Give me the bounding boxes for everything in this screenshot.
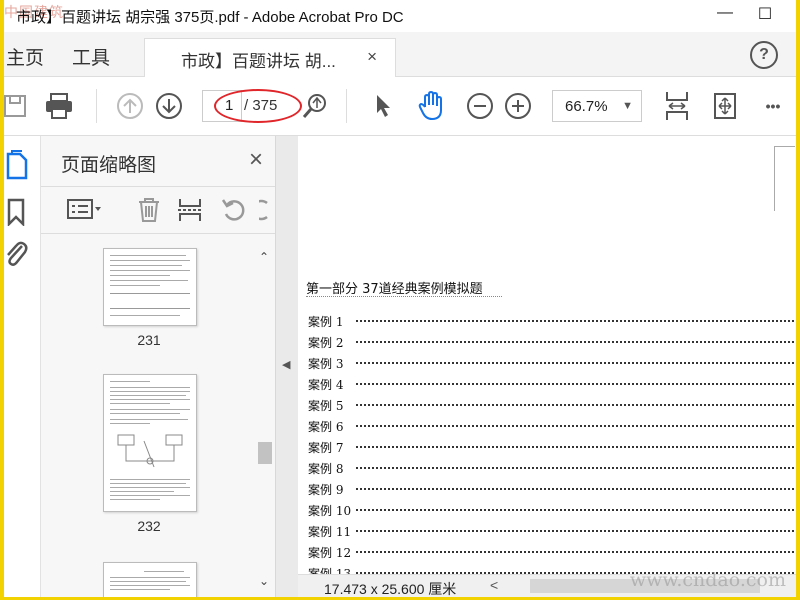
split-page-icon[interactable]: [177, 197, 207, 223]
save-icon[interactable]: [4, 91, 30, 121]
page-thumbnails-icon[interactable]: [6, 150, 28, 185]
toc-entry[interactable]: 案例 1: [308, 313, 796, 333]
document-tab-title: 市政】百题讲坛 胡...: [181, 52, 336, 71]
toc-entry[interactable]: 案例 10: [308, 502, 796, 522]
options-menu-icon[interactable]: [67, 197, 105, 223]
print-icon[interactable]: [44, 91, 74, 121]
fullscreen-icon[interactable]: [710, 91, 740, 121]
panel-toolbar: [41, 186, 275, 234]
thumbnail-diagram: [117, 434, 183, 468]
toc-entry[interactable]: 案例 2: [308, 334, 796, 354]
zoom-value: 66.7%: [565, 98, 608, 115]
zoom-dropdown[interactable]: 66.7% ▼: [552, 90, 642, 122]
tab-document[interactable]: 市政】百题讲坛 胡... ×: [144, 38, 396, 77]
scroll-left-icon[interactable]: <: [490, 577, 498, 593]
next-page-icon[interactable]: [154, 91, 184, 121]
main-toolbar: 1 / 375 66.7% ▼ •••: [4, 77, 796, 136]
thumbnail-label: 232: [137, 518, 161, 534]
zoom-marquee-icon[interactable]: [300, 91, 330, 121]
toc-entry[interactable]: 案例 12: [308, 544, 796, 564]
more-tools-icon[interactable]: •••: [758, 91, 788, 121]
toc-entry[interactable]: 案例 8: [308, 460, 796, 480]
acrobat-window: 中国建筑 市政】百题讲坛 胡宗强 375页.pdf - Adobe Acroba…: [4, 0, 796, 597]
thumbnail-list: 231 232: [41, 234, 253, 597]
toolbar-separator: [96, 89, 97, 123]
toc-entry[interactable]: 案例 4: [308, 376, 796, 396]
thumbnail-scrollbar[interactable]: ⌃ ⌄: [255, 248, 273, 597]
toc-entry[interactable]: 案例 11: [308, 523, 796, 543]
rotate-right-icon[interactable]: [259, 197, 273, 223]
section-heading: 第一部分 37道经典案例模拟题: [306, 282, 483, 297]
annotation-ellipse: [214, 89, 302, 123]
zoom-in-icon[interactable]: [503, 91, 533, 121]
scroll-down-icon[interactable]: ⌄: [259, 574, 269, 588]
heading-underline: [306, 296, 502, 297]
toc-entry[interactable]: 案例 9: [308, 481, 796, 501]
maximize-button[interactable]: ☐: [752, 4, 778, 26]
page-thumbnail[interactable]: [103, 562, 197, 597]
rotate-left-icon[interactable]: [221, 197, 251, 223]
help-icon[interactable]: ?: [750, 41, 778, 69]
close-panel-icon[interactable]: ×: [249, 146, 263, 174]
zoom-out-icon[interactable]: [465, 91, 495, 121]
close-tab-icon[interactable]: ×: [367, 47, 377, 67]
toc-entry[interactable]: 案例 3: [308, 355, 796, 375]
thumbnail-label: 231: [137, 332, 161, 348]
toolbar-separator: [346, 89, 347, 123]
scrollbar-thumb[interactable]: [258, 442, 272, 464]
page-thumbnail[interactable]: [103, 374, 197, 512]
panel-collapse-handle[interactable]: ◀: [276, 136, 298, 597]
toc-entry[interactable]: 案例 7: [308, 439, 796, 459]
page-thumbnail[interactable]: [103, 248, 197, 326]
minimize-button[interactable]: —: [712, 4, 738, 26]
panel-title: 页面缩略图: [61, 155, 157, 176]
fit-page-icon[interactable]: [662, 91, 692, 121]
delete-page-icon[interactable]: [137, 197, 167, 223]
toc-entry[interactable]: 案例 5: [308, 397, 796, 417]
title-bar: 中国建筑 市政】百题讲坛 胡宗强 375页.pdf - Adobe Acroba…: [4, 0, 796, 32]
page-edge: [774, 146, 795, 211]
tab-home[interactable]: 主页: [6, 43, 44, 70]
previous-page-icon[interactable]: [115, 91, 145, 121]
navigation-rail: [4, 136, 41, 597]
page-size-readout: 17.473 x 25.600 厘米: [324, 581, 457, 597]
site-watermark-url: www.cndao.com: [629, 569, 786, 591]
document-view[interactable]: 第一部分 37道经典案例模拟题 案例 1 案例 2 案例 3 案例 4 案例 5…: [298, 136, 796, 597]
window-title: 市政】百题讲坛 胡宗强 375页.pdf - Adobe Acrobat Pro…: [16, 9, 404, 26]
select-cursor-icon[interactable]: [368, 91, 398, 121]
tab-tools[interactable]: 工具: [72, 43, 110, 70]
hand-tool-icon[interactable]: [416, 91, 446, 121]
scroll-up-icon[interactable]: ⌃: [259, 250, 269, 264]
collapse-arrow-icon: ◀: [282, 359, 291, 371]
bookmark-icon[interactable]: [6, 198, 26, 231]
attachment-icon[interactable]: [4, 238, 28, 273]
chevron-down-icon: ▼: [622, 100, 633, 112]
thumbnails-panel: 页面缩略图 × 231 232 ⌃ ⌄: [41, 136, 276, 597]
tab-bar: 主页 工具 市政】百题讲坛 胡... × ?: [4, 32, 796, 77]
toc-entry[interactable]: 案例 6: [308, 418, 796, 438]
